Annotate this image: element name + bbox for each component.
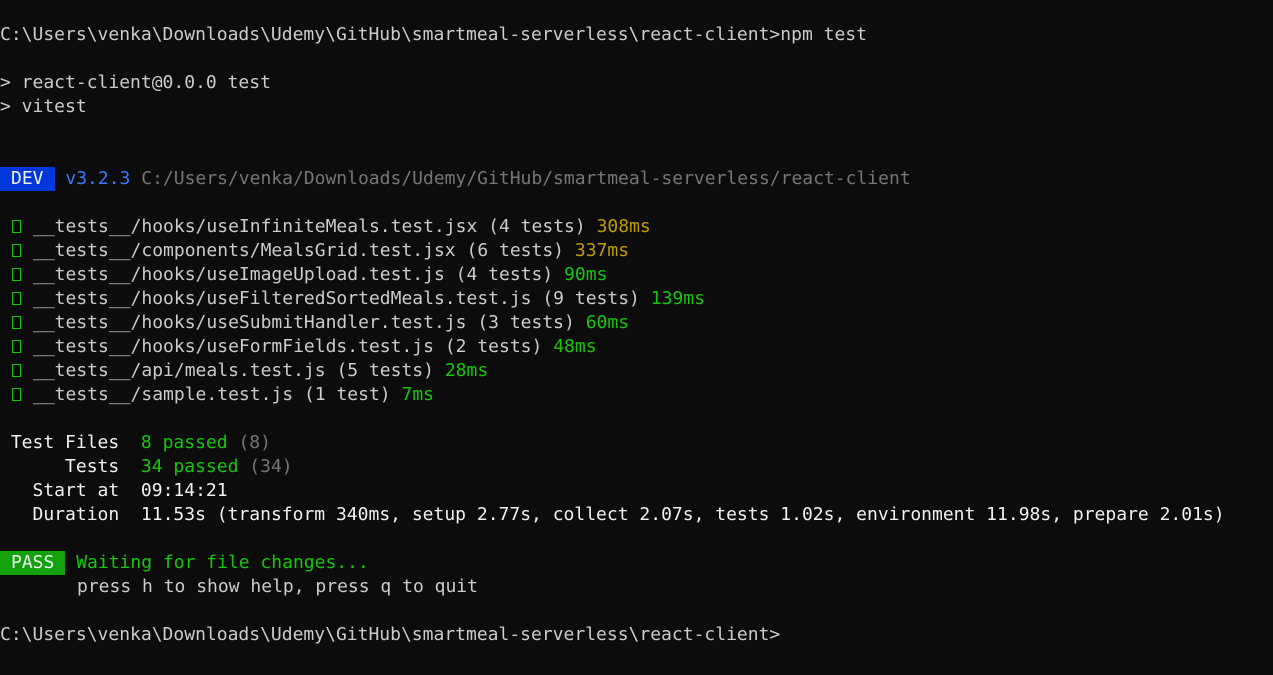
test-file-name: __tests__/hooks/useSubmitHandler.test.js [33,312,467,333]
summary-label: Test Files [0,432,120,453]
summary-tests: Tests 34 passed (34) [0,455,293,479]
test-duration: 7ms [401,384,434,405]
project-path: C:/Users/venka/Downloads/Udemy/GitHub/sm… [141,168,911,189]
script-line-1: > react-client@0.0.0 test [0,72,271,93]
test-result-row: __tests__/sample.test.js (1 test) 7ms [12,383,434,407]
test-count: (4 tests) [488,216,586,237]
dev-badge: DEV [0,167,55,191]
command-line: C:\Users\venka\Downloads\Udemy\GitHub\sm… [0,23,867,47]
test-result-row: __tests__/hooks/useSubmitHandler.test.js… [12,311,629,335]
test-count: (4 tests) [455,264,554,285]
summary-duration: Duration 11.53s (transform 340ms, setup … [0,503,1225,527]
watch-status: PASS Waiting for file changes... [0,551,369,575]
terminal-window[interactable]: C:\Users\venka\Downloads\Udemy\GitHub\sm… [0,0,1273,675]
test-result-row: __tests__/hooks/useImageUpload.test.js (… [12,263,607,287]
watch-message: Waiting for file changes... [76,552,369,573]
test-duration: 48ms [553,336,597,357]
test-count: (1 test) [303,384,391,405]
test-duration: 28ms [444,360,489,381]
summary-value: 11.53s (transform 340ms, setup 2.77s, co… [140,504,1225,525]
pass-check-icon [12,220,21,233]
summary-value: 09:14:21 [140,480,228,501]
final-prompt: C:\Users\venka\Downloads\Udemy\GitHub\sm… [0,624,781,645]
test-file-name: __tests__/sample.test.js [33,384,294,405]
test-count: (6 tests) [466,240,565,261]
pass-check-icon [12,340,21,353]
test-file-name: __tests__/hooks/useFilteredSortedMeals.t… [33,288,532,309]
summary-label: Duration [0,504,120,525]
test-file-name: __tests__/components/MealsGrid.test.jsx [33,240,456,261]
summary-label: Tests [0,456,120,477]
pass-badge: PASS [0,551,66,575]
test-duration: 337ms [574,240,630,261]
typed-command: npm test [780,24,867,45]
summary-label: Start at [0,480,120,501]
pass-check-icon [12,316,21,329]
test-result-row: __tests__/hooks/useFormFields.test.js (2… [12,335,597,359]
test-duration: 139ms [650,288,705,309]
test-result-row: __tests__/hooks/useInfiniteMeals.test.js… [12,215,651,239]
test-duration: 60ms [585,312,630,333]
test-count: (5 tests) [336,360,434,381]
test-duration: 90ms [564,264,608,285]
dev-header: DEV v3.2.3 C:/Users/venka/Downloads/Udem… [0,167,911,191]
test-file-name: __tests__/hooks/useImageUpload.test.js [33,264,445,285]
test-result-row: __tests__/api/meals.test.js (5 tests) 28… [12,359,488,383]
test-count: (3 tests) [477,312,575,333]
test-count: (9 tests) [542,288,640,309]
pass-check-icon [12,388,21,401]
pass-check-icon [12,292,21,305]
summary-total: (8) [238,432,271,453]
test-result-row: __tests__/hooks/useFilteredSortedMeals.t… [12,287,705,311]
summary-start-at: Start at 09:14:21 [0,479,228,503]
test-count: (2 tests) [444,336,543,357]
summary-passed: 34 passed [140,456,239,477]
test-file-name: __tests__/api/meals.test.js [33,360,326,381]
test-file-name: __tests__/hooks/useInfiniteMeals.test.js… [33,216,478,237]
test-result-row: __tests__/components/MealsGrid.test.jsx … [12,239,629,263]
vitest-version: v3.2.3 [65,168,131,189]
summary-total: (34) [249,456,293,477]
prompt-path: C:\Users\venka\Downloads\Udemy\GitHub\sm… [0,24,781,45]
test-file-name: __tests__/hooks/useFormFields.test.js [33,336,434,357]
pass-check-icon [12,268,21,281]
pass-check-icon [12,244,21,257]
pass-check-icon [12,364,21,377]
summary-passed: 8 passed [140,432,228,453]
summary-test-files: Test Files 8 passed (8) [0,431,271,455]
watch-help: press h to show help, press q to quit [77,576,478,597]
test-duration: 308ms [596,216,651,237]
script-line-2: > vitest [0,96,87,117]
